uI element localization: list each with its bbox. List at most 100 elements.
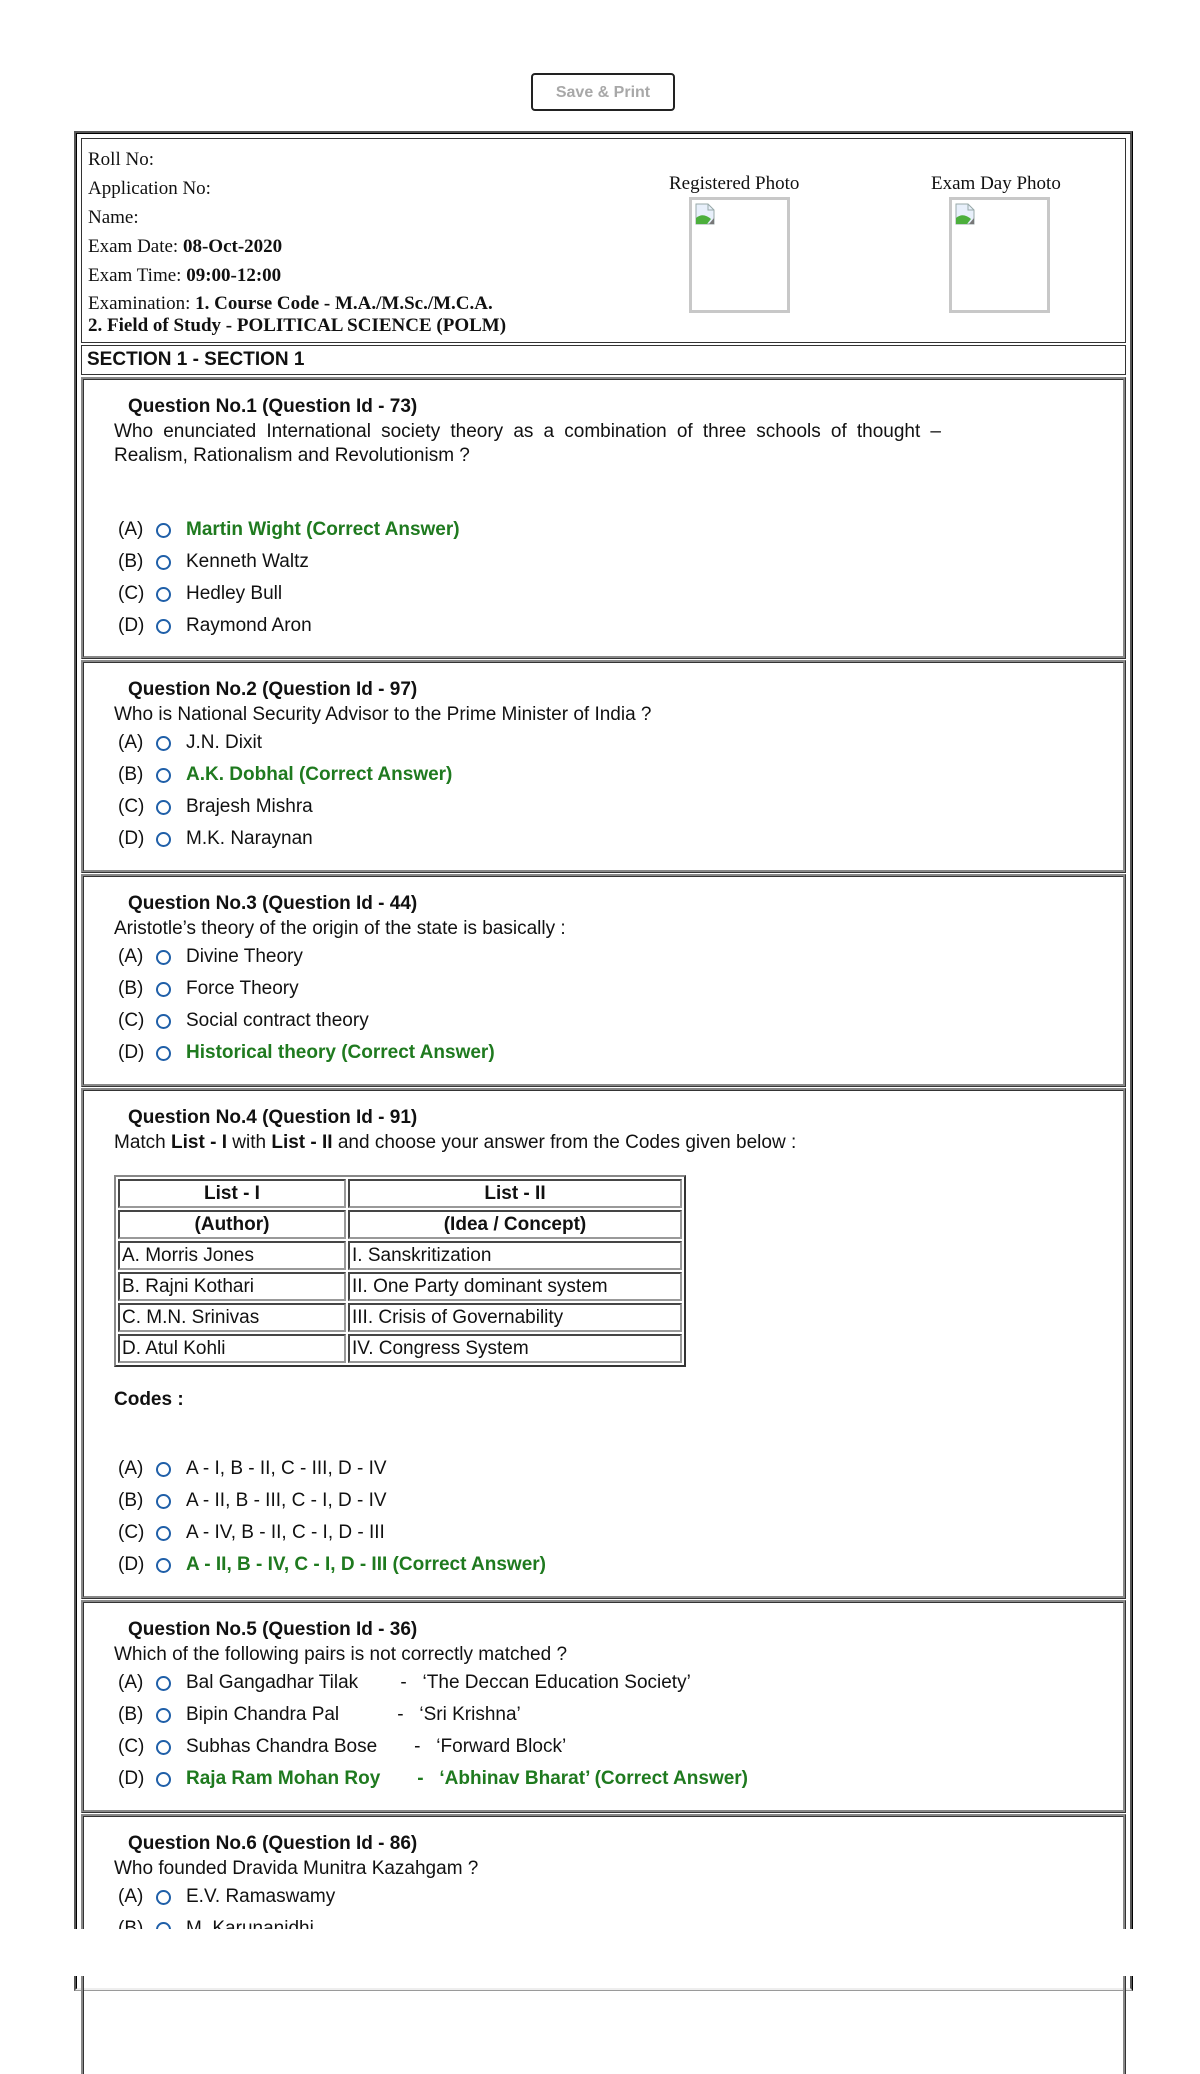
option-d[interactable]: (D) A - II, B - IV, C - I, D - III (Corre… [118, 1549, 1073, 1581]
registered-photo-block: Registered Photo [669, 173, 799, 313]
question-title: Question No.4 (Question Id - 91) [128, 1107, 418, 1128]
radio-button[interactable] [156, 1493, 171, 1509]
option-text: Hedley Bull [186, 583, 283, 604]
option-text: Bal Gangadhar Tilak - ‘The Deccan Educat… [186, 1672, 691, 1693]
option-text: J.N. Dixit [186, 732, 262, 753]
option-label: (C) [118, 1522, 145, 1543]
text-part-bold: List - II [271, 1132, 333, 1153]
option-text: Kenneth Waltz [186, 551, 309, 572]
option-a[interactable]: (A) Bal Gangadhar Tilak - ‘The Deccan Edu… [118, 1667, 1073, 1699]
question-title: Question No.2 (Question Id - 97) [128, 679, 418, 700]
exam-day-photo-block: Exam Day Photo [931, 173, 1061, 313]
question-text: Which of the following pairs is not corr… [114, 1644, 568, 1665]
radio-button[interactable] [156, 1557, 171, 1573]
application-no-label: Application No: [88, 178, 211, 199]
exam-day-photo-label: Exam Day Photo [931, 173, 1061, 194]
options-list: (A) J.N. Dixit (B) A.K. Dobhal (Correct An… [118, 727, 1073, 855]
radio-button[interactable] [156, 1707, 171, 1723]
option-c[interactable]: (C) Social contract theory [118, 1005, 1073, 1037]
option-label: (B) [118, 764, 144, 785]
field-of-study-value: 2. Field of Study - POLITICAL SCIENCE (P… [88, 315, 507, 336]
course-code-value: 1. Course Code - M.A./M.Sc./M.C.A. [195, 293, 493, 314]
option-label: (D) [118, 828, 145, 849]
radio-button[interactable] [156, 1771, 171, 1787]
question-text: Who enunciated International society the… [114, 421, 941, 466]
radio-button[interactable] [156, 586, 171, 602]
option-a[interactable]: (A) J.N. Dixit [118, 727, 1073, 759]
option-a[interactable]: (A) Martin Wight (Correct Answer) [118, 514, 1073, 546]
option-b[interactable]: (B) A.K. Dobhal (Correct Answer) [118, 759, 1073, 791]
option-c[interactable]: (C) A - IV, B - II, C - I, D - III [118, 1517, 1073, 1549]
question-title: Question No.1 (Question Id - 73) [128, 396, 418, 417]
option-label: (C) [118, 583, 145, 604]
name-label: Name: [88, 207, 139, 228]
option-text: A.K. Dobhal (Correct Answer) [186, 764, 453, 785]
radio-button[interactable] [156, 735, 171, 751]
radio-button[interactable] [156, 554, 171, 570]
option-a[interactable]: (A) E.V. Ramaswamy [118, 1881, 1073, 1913]
option-c[interactable]: (C) Subhas Chandra Bose - ‘Forward Block’ [118, 1731, 1073, 1763]
question-title: Question No.3 (Question Id - 44) [128, 893, 418, 914]
table-row: D. Atul Kohli IV. Congress System [118, 1334, 682, 1363]
question-text: Who founded Dravida Munitra Kazahgam ? [114, 1858, 479, 1879]
option-label: (B) [118, 1704, 144, 1725]
option-text: A - IV, B - II, C - I, D - III [186, 1522, 385, 1543]
candidate-details: Roll No: Application No: Name: Exam Date… [88, 145, 506, 337]
option-d[interactable]: (D) M.K. Naraynan [118, 823, 1073, 855]
option-text: A - II, B - III, C - I, D - IV [186, 1490, 387, 1511]
radio-button[interactable] [156, 981, 171, 997]
option-b[interactable]: (B) A - II, B - III, C - I, D - IV [118, 1485, 1073, 1517]
text-part: and choose your answer from the Codes gi… [332, 1132, 797, 1153]
table-header: List - II [348, 1179, 682, 1208]
table-cell: I. Sanskritization [348, 1241, 682, 1270]
question-card-2: Question No.2 (Question Id - 97) Who is … [81, 660, 1126, 873]
radio-button[interactable] [156, 1739, 171, 1755]
table-subheader: (Idea / Concept) [348, 1210, 682, 1239]
radio-button[interactable] [156, 799, 171, 815]
option-text: A - I, B - II, C - III, D - IV [186, 1458, 387, 1479]
option-label: (A) [118, 1458, 144, 1479]
option-b[interactable]: (B) Kenneth Waltz [118, 546, 1073, 578]
option-d[interactable]: (D) Raymond Aron [118, 610, 1073, 642]
option-label: (A) [118, 1886, 144, 1907]
option-d[interactable]: (D) Historical theory (Correct Answer) [118, 1037, 1073, 1069]
option-text: A - II, B - IV, C - I, D - III (Correct … [186, 1554, 546, 1575]
option-c[interactable]: (C) Brajesh Mishra [118, 791, 1073, 823]
radio-button[interactable] [156, 618, 171, 634]
save-print-button[interactable]: Save & Print [531, 73, 675, 111]
radio-button[interactable] [156, 831, 171, 847]
option-a[interactable]: (A) Divine Theory [118, 941, 1073, 973]
radio-button[interactable] [156, 1013, 171, 1029]
radio-button[interactable] [156, 522, 171, 538]
option-text: Social contract theory [186, 1010, 369, 1031]
option-b[interactable]: (B) Bipin Chandra Pal - ‘Sri Krishna’ [118, 1699, 1073, 1731]
option-label: (C) [118, 796, 145, 817]
radio-button[interactable] [156, 1525, 171, 1541]
option-label: (A) [118, 1672, 144, 1693]
table-row: A. Morris Jones I. Sanskritization [118, 1241, 682, 1270]
radio-button[interactable] [156, 1045, 171, 1061]
radio-button[interactable] [156, 1461, 171, 1477]
question-card-3: Question No.3 (Question Id - 44) Aristot… [81, 874, 1126, 1087]
table-cell: III. Crisis of Governability [348, 1303, 682, 1332]
option-a[interactable]: (A) A - I, B - II, C - III, D - IV [118, 1453, 1073, 1485]
option-text: Martin Wight (Correct Answer) [186, 519, 460, 540]
section-title: SECTION 1 - SECTION 1 [81, 345, 1126, 375]
radio-button[interactable] [156, 1675, 171, 1691]
options-list: (A) Divine Theory (B) Force Theory (C) Soci… [118, 941, 1073, 1069]
table-subheader-row: (Author) (Idea / Concept) [118, 1210, 682, 1239]
examination-label: Examination: [88, 293, 191, 314]
option-c[interactable]: (C) Hedley Bull [118, 578, 1073, 610]
option-text: E.V. Ramaswamy [186, 1886, 336, 1907]
question-card-5: Question No.5 (Question Id - 36) Which o… [81, 1600, 1126, 1813]
option-label: (C) [118, 1010, 145, 1031]
radio-button[interactable] [156, 767, 171, 783]
radio-button[interactable] [156, 1889, 171, 1905]
option-label: (B) [118, 978, 144, 999]
option-b[interactable]: (B) Force Theory [118, 973, 1073, 1005]
table-cell: A. Morris Jones [118, 1241, 346, 1270]
text-part: with [226, 1132, 272, 1153]
radio-button[interactable] [156, 949, 171, 965]
registered-photo-label: Registered Photo [669, 173, 800, 194]
option-d[interactable]: (D) Raja Ram Mohan Roy - ‘Abhinav Bharat’… [118, 1763, 1073, 1795]
